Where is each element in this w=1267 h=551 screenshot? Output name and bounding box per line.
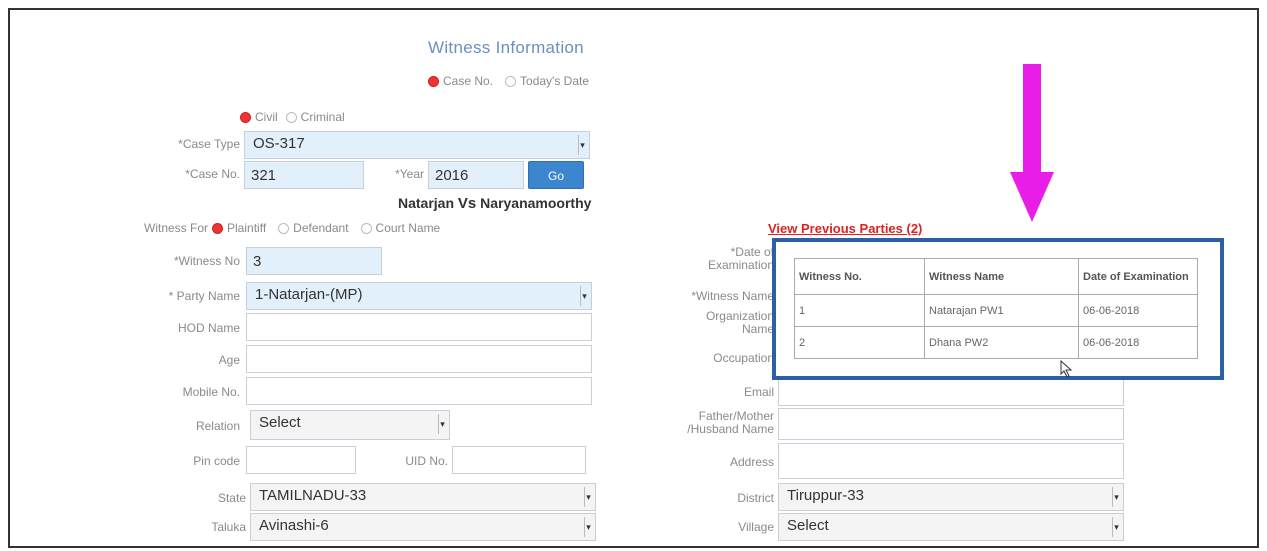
- father-mother-label-line2: /Husband Name: [687, 422, 774, 436]
- email-label: Email: [743, 385, 774, 399]
- court-name-radio[interactable]: [360, 222, 372, 234]
- organization-name-label: Organization Name: [640, 310, 774, 336]
- year-input[interactable]: [428, 161, 524, 189]
- year-label: *Year: [395, 167, 424, 181]
- todays-date-radio-label: Today's Date: [520, 74, 590, 88]
- chevron-down-icon: ▾: [584, 517, 592, 537]
- village-label: Village: [738, 520, 774, 534]
- defendant-radio[interactable]: [278, 222, 290, 234]
- civil-radio-label: Civil: [255, 110, 278, 124]
- mobile-no-input[interactable]: [246, 377, 592, 405]
- previous-parties-table: Witness No. Witness Name Date of Examina…: [794, 258, 1198, 359]
- party-names: Natarjan Vs Naryanamoorthy: [398, 195, 591, 212]
- annotation-arrow-down-icon: [1010, 64, 1054, 222]
- relation-select[interactable]: Select ▾: [250, 410, 450, 440]
- column-header-witness-name: Witness Name: [924, 258, 1079, 295]
- cell-date-of-examination: 06-06-2018: [1078, 326, 1198, 359]
- village-select[interactable]: Select ▾: [778, 513, 1124, 541]
- witness-no-label: *Witness No: [173, 254, 240, 268]
- father-mother-husband-label: Father/Mother /Husband Name: [620, 410, 774, 436]
- relation-label: Relation: [195, 419, 240, 433]
- hod-name-input[interactable]: [246, 313, 592, 341]
- court-name-radio-label: Court Name: [375, 221, 441, 235]
- go-button[interactable]: Go: [528, 161, 584, 189]
- state-label: State: [217, 491, 246, 505]
- case-no-label: *Case No.: [185, 167, 240, 181]
- column-header-date-of-examination: Date of Examination: [1078, 258, 1198, 295]
- cell-witness-name: Dhana PW2: [924, 326, 1079, 359]
- date-of-examination-label-line2: Examination: [707, 258, 774, 272]
- case-category-group: Civil Criminal: [240, 110, 345, 124]
- address-input[interactable]: [778, 443, 1124, 479]
- plaintiff-radio-label: Plaintiff: [227, 221, 267, 235]
- chevron-down-icon: ▾: [1112, 487, 1120, 507]
- state-value: TAMILNADU-33: [259, 487, 367, 504]
- state-select[interactable]: TAMILNADU-33 ▾: [250, 483, 596, 511]
- table-row: 2 Dhana PW2 06-06-2018: [794, 326, 1198, 359]
- case-no-radio-label: Case No.: [443, 74, 494, 88]
- taluka-value: Avinashi-6: [259, 517, 329, 534]
- taluka-select[interactable]: Avinashi-6 ▾: [250, 513, 596, 541]
- age-input[interactable]: [246, 345, 592, 373]
- criminal-radio-label: Criminal: [300, 110, 345, 124]
- uid-no-label: UID No.: [405, 454, 448, 468]
- hod-name-label: HOD Name: [177, 321, 240, 335]
- district-select[interactable]: Tiruppur-33 ▾: [778, 483, 1124, 511]
- cell-date-of-examination: 06-06-2018: [1078, 294, 1198, 327]
- table-row: 1 Natarajan PW1 06-06-2018: [794, 294, 1198, 327]
- column-header-witness-no: Witness No.: [794, 258, 925, 295]
- date-of-examination-label: *Date of Examination: [640, 246, 774, 272]
- todays-date-radio[interactable]: [505, 75, 517, 87]
- civil-radio[interactable]: [240, 111, 251, 123]
- organization-label-line2: Name: [741, 322, 774, 336]
- chevron-down-icon: ▾: [580, 286, 588, 306]
- age-label: Age: [218, 353, 240, 367]
- witness-name-label: *Witness Name: [691, 289, 774, 303]
- witness-for-group: Witness For Plaintiff Defendant Court Na…: [144, 221, 440, 235]
- defendant-radio-label: Defendant: [293, 221, 349, 235]
- chevron-down-icon: ▾: [584, 487, 592, 507]
- relation-value: Select: [259, 414, 301, 431]
- father-mother-husband-input[interactable]: [778, 408, 1124, 440]
- plaintiff-radio[interactable]: [212, 222, 224, 234]
- taluka-label: Taluka: [211, 520, 246, 534]
- case-no-input[interactable]: [244, 161, 364, 189]
- case-type-select[interactable]: OS-317 ▾: [244, 131, 590, 159]
- party-name-label: * Party Name: [168, 289, 240, 303]
- view-previous-parties-link[interactable]: View Previous Parties (2): [768, 221, 922, 236]
- address-label: Address: [729, 455, 774, 469]
- respondent-name: Naryanamoorthy: [480, 195, 592, 211]
- search-mode-group: Case No. Today's Date: [428, 74, 589, 88]
- page-title: Witness Information: [428, 38, 584, 57]
- petitioner-name: Natarjan: [398, 195, 455, 211]
- party-name-select[interactable]: 1-Natarjan-(MP) ▾: [246, 282, 592, 310]
- versus-text: Vs: [457, 195, 477, 212]
- cell-witness-no: 1: [794, 294, 925, 327]
- chevron-down-icon: ▾: [438, 414, 446, 434]
- mouse-cursor-icon: [1060, 360, 1073, 378]
- case-no-radio[interactable]: [428, 75, 439, 87]
- previous-parties-panel: Witness No. Witness Name Date of Examina…: [772, 238, 1224, 380]
- email-input[interactable]: [778, 378, 1124, 406]
- district-value: Tiruppur-33: [787, 487, 864, 504]
- case-type-label: *Case Type: [178, 137, 240, 151]
- witness-for-label: Witness For: [144, 221, 209, 235]
- pin-code-label: Pin code: [193, 454, 240, 468]
- criminal-radio[interactable]: [285, 111, 297, 123]
- witness-no-input[interactable]: [246, 247, 382, 275]
- district-label: District: [737, 491, 774, 505]
- case-type-value: OS-317: [253, 135, 305, 152]
- pin-code-input[interactable]: [246, 446, 356, 474]
- cell-witness-name: Natarajan PW1: [924, 294, 1079, 327]
- cell-witness-no: 2: [794, 326, 925, 359]
- uid-no-input[interactable]: [452, 446, 586, 474]
- village-value: Select: [787, 517, 829, 534]
- chevron-down-icon: ▾: [1112, 517, 1120, 537]
- chevron-down-icon: ▾: [578, 135, 586, 155]
- party-name-value: 1-Natarjan-(MP): [255, 286, 363, 303]
- mobile-no-label: Mobile No.: [182, 385, 240, 399]
- occupation-label: Occupation: [713, 351, 774, 365]
- table-header-row: Witness No. Witness Name Date of Examina…: [794, 258, 1198, 295]
